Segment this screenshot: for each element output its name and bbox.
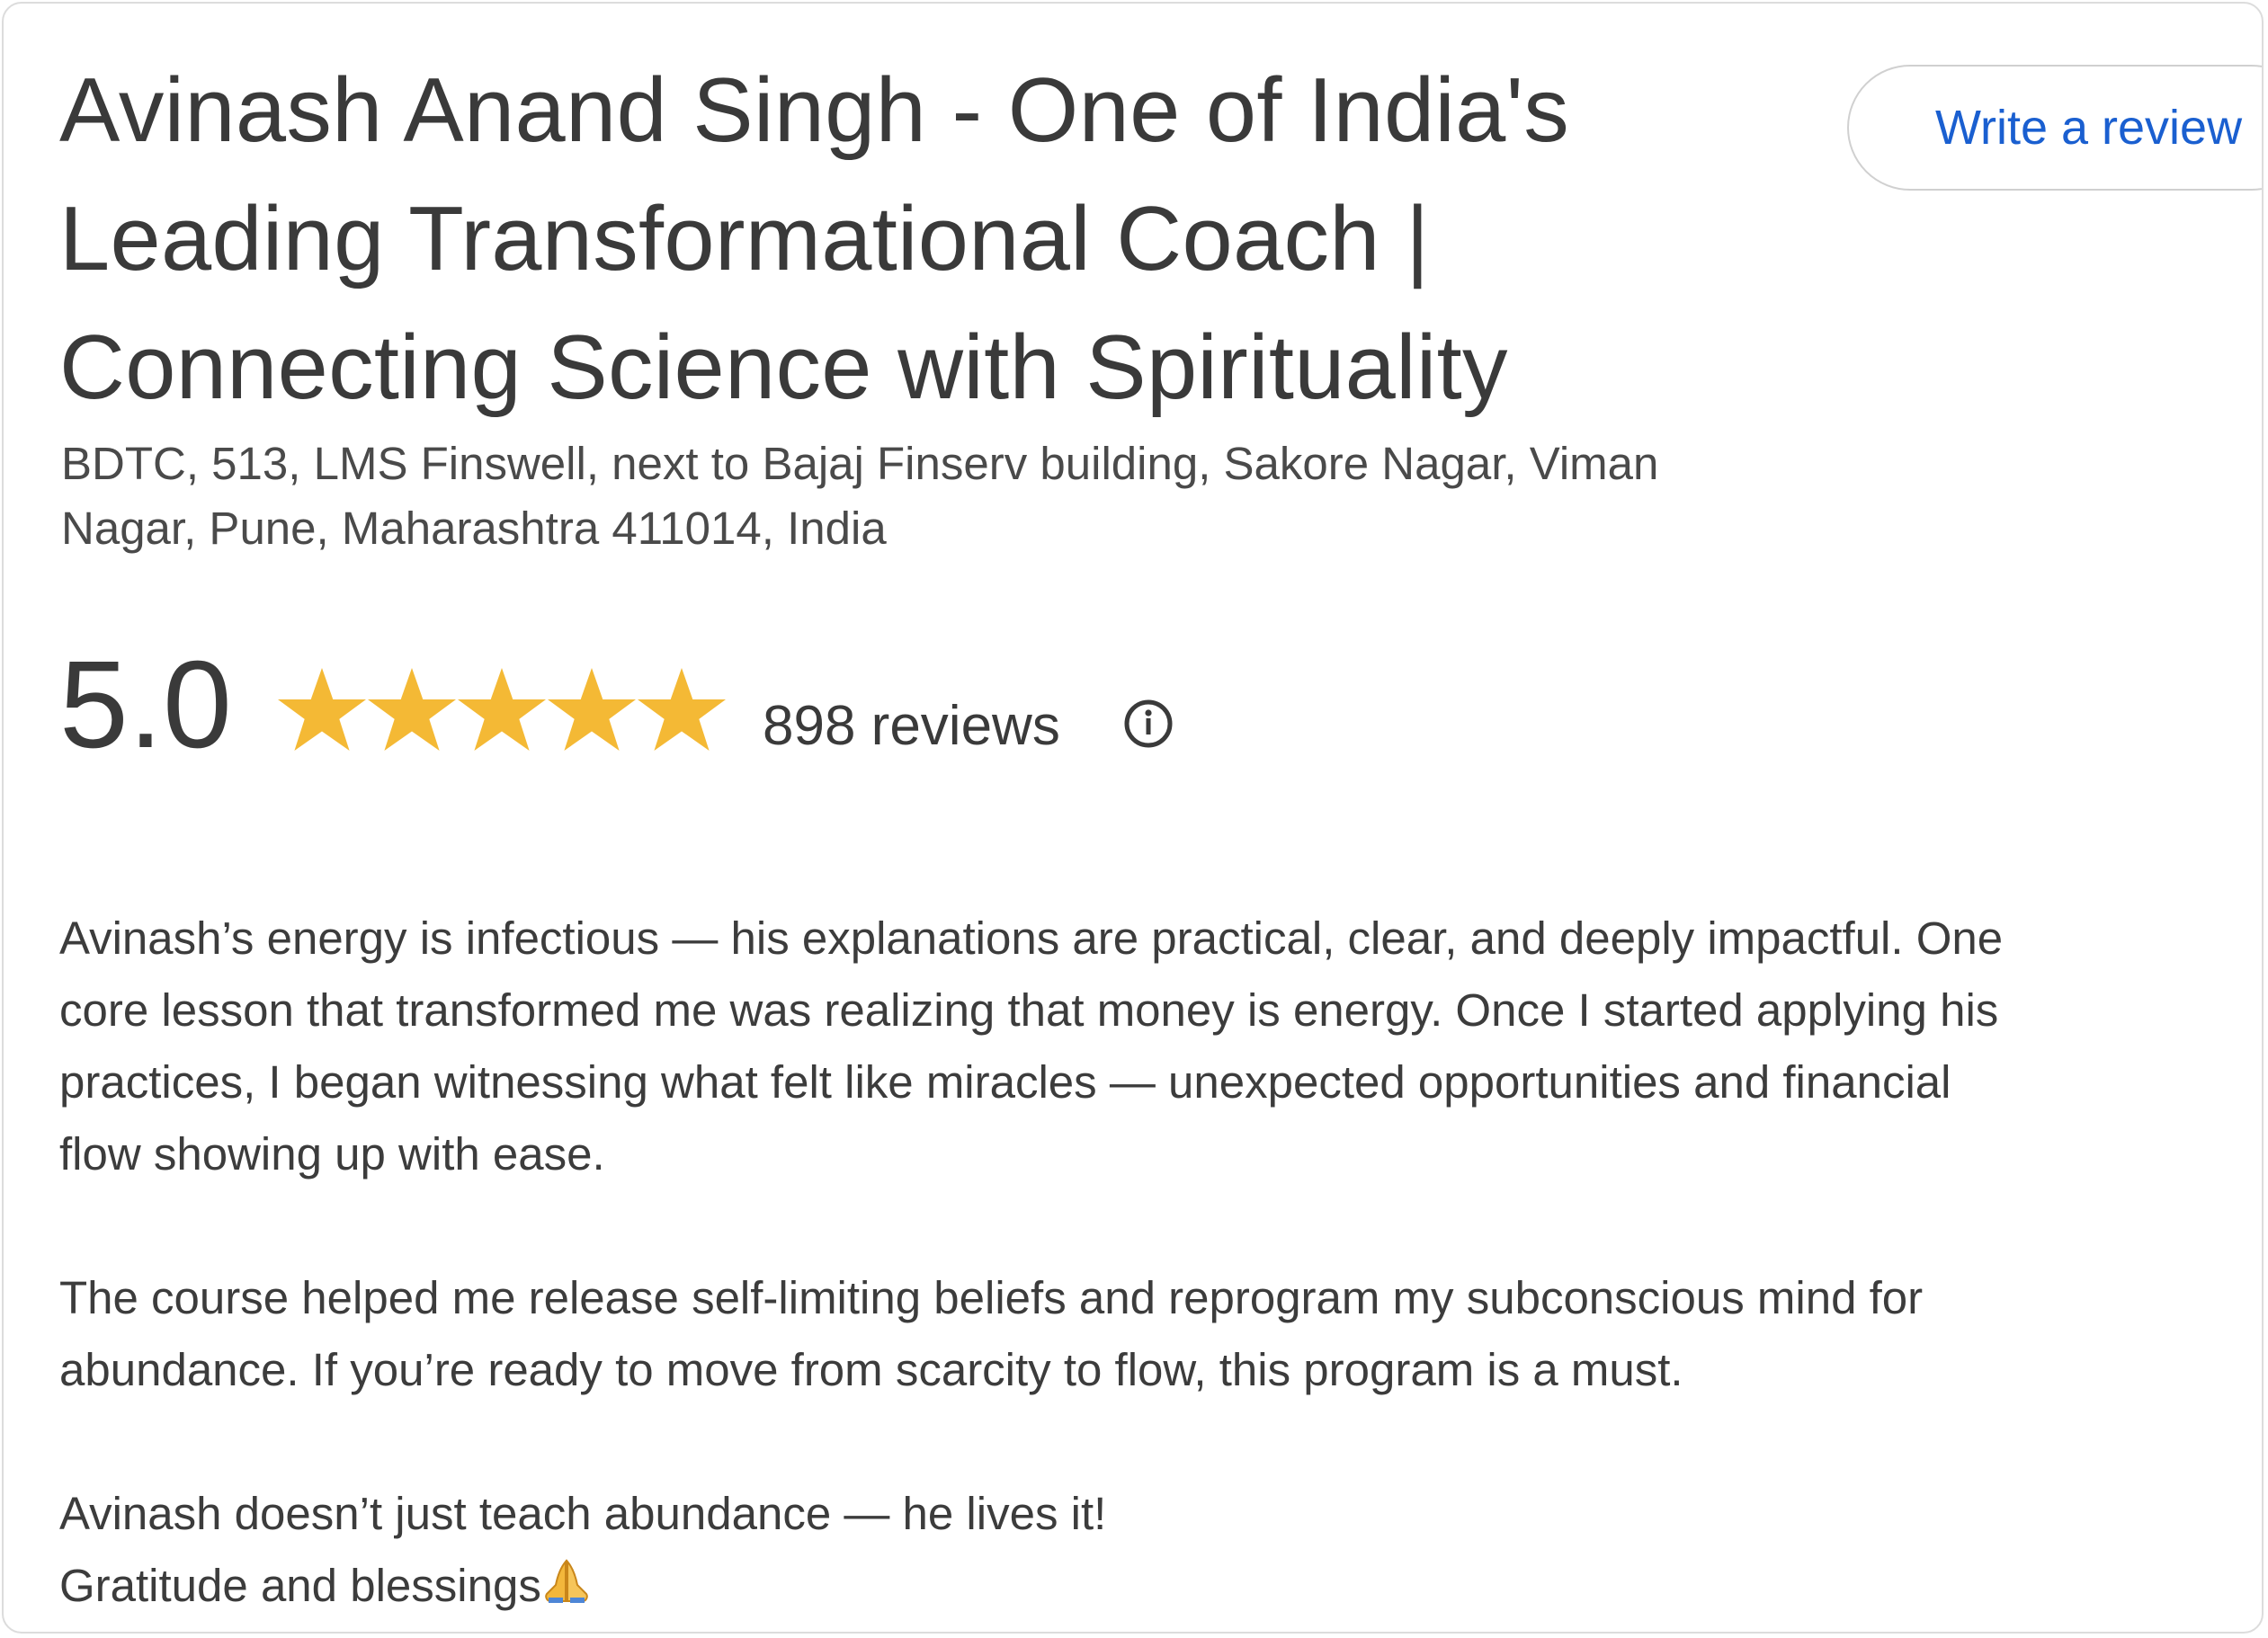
address-line: BDTC, 513, LMS Finswell, next to Bajaj F…	[61, 438, 1659, 489]
star-icon	[548, 668, 636, 751]
rating-value: 5.0	[59, 636, 232, 774]
review-line: abundance. If you’re ready to move from …	[59, 1344, 1683, 1395]
star-icon	[278, 668, 366, 751]
review-closing-line: Avinash doesn’t just teach abundance — h…	[59, 1488, 1107, 1539]
rating-summary: 5.0 898 reviews	[59, 633, 1318, 777]
review-paragraph: Avinash doesn’t just teach abundance — h…	[59, 1478, 2236, 1625]
review-line: practices, I began witnessing what felt …	[59, 1056, 1951, 1108]
place-address: BDTC, 513, LMS Finswell, next to Bajaj F…	[61, 432, 1842, 561]
write-review-button[interactable]: Write a review	[1847, 65, 2262, 191]
review-line: The course helped me release self-limiti…	[59, 1272, 1924, 1323]
place-title-line: Avinash Anand Singh - One of India's	[59, 60, 1570, 161]
star-icon	[638, 668, 726, 751]
place-title-line: Connecting Science with Spirituality	[59, 317, 1508, 418]
info-icon[interactable]	[1112, 687, 1185, 761]
place-title: Avinash Anand Singh - One of India's Lea…	[59, 47, 1822, 432]
place-review-card: Avinash Anand Singh - One of India's Lea…	[2, 2, 2264, 1634]
review-body: Avinash’s energy is infectious — his exp…	[59, 903, 2236, 1625]
review-signoff: Gratitude and blessings	[59, 1560, 541, 1611]
address-line: Nagar, Pune, Maharashtra 411014, India	[61, 503, 887, 554]
review-line: core lesson that transformed me was real…	[59, 984, 1999, 1036]
review-line: Avinash’s energy is infectious — his exp…	[59, 912, 2004, 964]
review-paragraph: The course helped me release self-limiti…	[59, 1262, 2236, 1406]
reviews-count[interactable]: 898 reviews	[763, 683, 1060, 770]
place-title-line: Leading Transformational Coach |	[59, 189, 1430, 289]
review-paragraph: Avinash’s energy is infectious — his exp…	[59, 903, 2236, 1190]
stars-svg	[278, 668, 726, 751]
star-icon	[368, 668, 456, 751]
star-icon	[458, 668, 546, 751]
folded-hands-icon	[541, 1553, 592, 1625]
star-rating	[277, 665, 727, 761]
review-line: flow showing up with ease.	[59, 1128, 605, 1180]
